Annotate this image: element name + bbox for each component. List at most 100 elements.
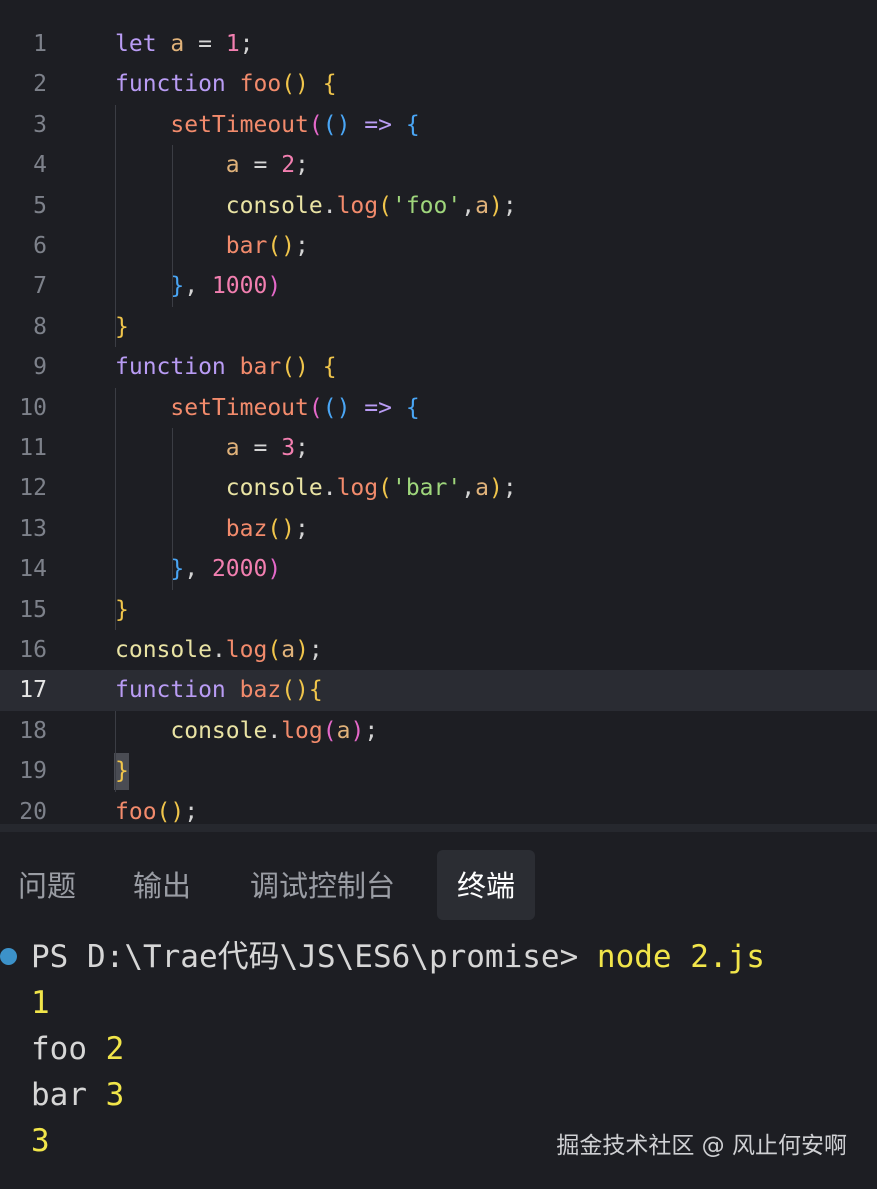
line-number: 2 — [33, 71, 47, 98]
code-line[interactable]: 15} — [0, 590, 877, 630]
code-line[interactable]: 2 function foo() { — [0, 64, 877, 104]
code-line[interactable]: 5 console.log('foo',a); — [0, 186, 877, 226]
code-editor[interactable]: 1 let a = 1; 2 function foo() {3 setTimeout… — [0, 0, 877, 824]
code-line[interactable]: 17 function baz(){ — [0, 670, 877, 711]
code-token: { — [308, 677, 323, 704]
indent-guide — [115, 104, 116, 348]
code-token: log — [336, 192, 379, 219]
indent-guide — [172, 145, 173, 307]
code-token: ; — [295, 435, 309, 461]
code-token: function — [115, 354, 226, 381]
code-text: }, 1000) — [115, 266, 281, 306]
code-token: ; — [239, 31, 254, 57]
code-line[interactable]: 20 foo(); — [0, 792, 877, 824]
code-line[interactable]: 10 setTimeout(() => { — [0, 388, 877, 428]
tab-debug-console[interactable]: 调试控制台 — [250, 850, 395, 920]
code-token: => — [364, 394, 392, 421]
code-token: => — [364, 111, 392, 138]
code-token: ; — [184, 798, 199, 824]
code-token: function — [115, 677, 226, 704]
code-token: ; — [295, 515, 309, 542]
code-token: a — [281, 637, 296, 663]
code-token: let — [115, 31, 157, 57]
line-number: 3 — [33, 111, 47, 138]
code-token: } — [115, 313, 129, 340]
code-text: console.log(a); — [115, 711, 378, 751]
code-line[interactable]: 6 bar(); — [0, 226, 877, 266]
code-line[interactable]: 16 console.log(a); — [0, 630, 877, 670]
code-text: let a = 1; — [115, 24, 254, 64]
code-token: console — [225, 475, 323, 502]
code-line[interactable]: 8} — [0, 307, 877, 347]
watermark: 掘金技术社区 @ 风止何安啊 — [556, 1133, 847, 1159]
tab-output[interactable]: 输出 — [133, 850, 191, 920]
code-token: . — [322, 192, 337, 219]
code-token: ( — [378, 192, 392, 219]
line-number: 11 — [19, 435, 47, 461]
panel-tabs: 问题 输出 调试控制台 终端 — [0, 850, 877, 920]
code-token: , — [461, 192, 476, 219]
line-number: 7 — [33, 273, 47, 300]
code-line[interactable]: 4 a = 2; — [0, 145, 877, 185]
code-token: baz — [239, 677, 282, 704]
terminal-prompt-line: PS D:\Trae代码\JS\ES6\promise> node 2.js — [31, 934, 765, 980]
terminal-output-line: 1 — [31, 980, 50, 1026]
line-number: 15 — [19, 596, 47, 623]
code-token: ( — [378, 475, 392, 502]
code-token: a — [475, 475, 489, 502]
code-line[interactable]: 1 let a = 1; — [0, 24, 877, 64]
terminal-token: 3 — [31, 1123, 50, 1159]
code-line[interactable]: 14 }, 2000) — [0, 549, 877, 589]
line-number: 14 — [19, 556, 47, 583]
line-number: 19 — [19, 758, 47, 785]
code-token: , — [461, 475, 476, 502]
code-text: } — [115, 590, 129, 630]
code-token: ) — [488, 192, 503, 219]
tab-problems[interactable]: 问题 — [18, 850, 76, 920]
tab-terminal[interactable]: 终端 — [437, 850, 536, 920]
code-token: , — [184, 273, 212, 300]
code-token: function — [115, 71, 226, 98]
code-token: a — [336, 717, 351, 744]
panel-divider[interactable] — [0, 824, 877, 832]
code-line[interactable]: 7 }, 1000) — [0, 266, 877, 306]
indent-guide — [115, 387, 116, 630]
code-token: { — [405, 394, 420, 421]
code-line[interactable]: 19} — [0, 751, 877, 791]
code-token: setTimeout — [170, 111, 309, 138]
terminal-token: 1 — [31, 985, 50, 1021]
code-line[interactable]: 9 function bar() { — [0, 347, 877, 387]
code-line[interactable]: 12 console.log('bar',a); — [0, 468, 877, 508]
code-token: console — [115, 637, 212, 663]
code-token: 'bar' — [391, 475, 462, 502]
code-text: setTimeout(() => { — [115, 388, 420, 428]
code-line[interactable]: 18 console.log(a); — [0, 711, 877, 751]
code-line[interactable]: 3 setTimeout(() => { — [0, 105, 877, 145]
code-token: log — [225, 637, 268, 663]
code-token: console — [225, 192, 323, 219]
line-number: 16 — [19, 637, 47, 663]
line-number: 1 — [33, 31, 47, 57]
code-token: console — [170, 717, 268, 744]
code-token: ; — [295, 233, 309, 259]
code-token: () — [156, 798, 185, 824]
code-token: () — [267, 233, 296, 259]
code-token: = — [184, 31, 226, 57]
code-token: bar — [239, 354, 282, 381]
terminal-output-line: foo 2 — [31, 1026, 124, 1072]
terminal-token: foo — [31, 1031, 106, 1067]
code-token: ) — [295, 637, 309, 663]
code-token: . — [211, 637, 226, 663]
code-text: baz(); — [115, 509, 309, 549]
code-token: 'foo' — [391, 192, 462, 219]
code-line[interactable]: 11 a = 3; — [0, 428, 877, 468]
code-line[interactable]: 13 baz(); — [0, 509, 877, 549]
code-token: = — [239, 152, 282, 179]
